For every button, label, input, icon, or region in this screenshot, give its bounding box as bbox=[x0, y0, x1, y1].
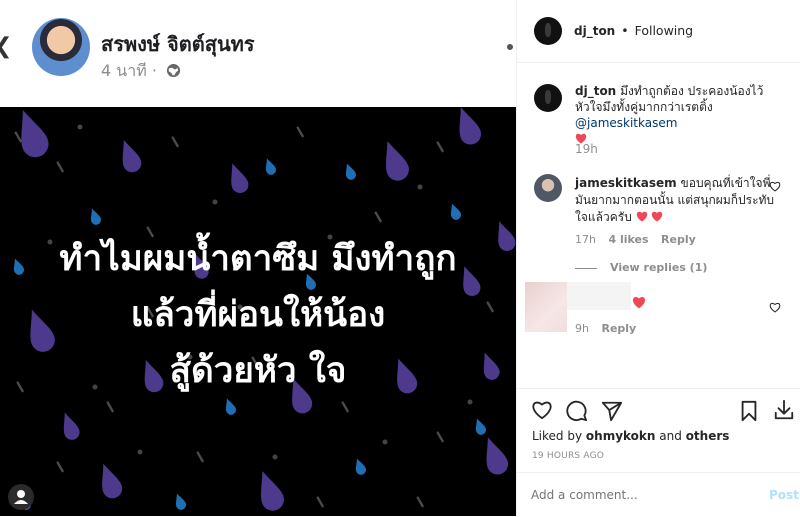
follow-status[interactable]: Following bbox=[635, 23, 694, 38]
header-username[interactable]: dj_ton bbox=[574, 24, 615, 38]
author-avatar[interactable] bbox=[534, 17, 562, 45]
comment-body: jameskitkasem ขอบคุณที่เข้าใจพี่ มันยากม… bbox=[575, 175, 775, 226]
download-icon[interactable] bbox=[773, 399, 795, 421]
liked-by-others[interactable]: others bbox=[686, 429, 730, 443]
comment-meta: 9h Reply bbox=[575, 322, 636, 335]
back-arrow-icon: ❮ bbox=[0, 34, 12, 59]
tagged-user-button[interactable] bbox=[8, 484, 34, 510]
more-options-icon bbox=[507, 44, 513, 50]
post-timestamp[interactable]: 19 HOURS AGO bbox=[532, 451, 604, 461]
comment-bar: Post bbox=[517, 472, 800, 517]
like-comment-heart-icon[interactable] bbox=[769, 302, 781, 313]
facebook-author-name: สรพงษ์ จิตต์สุนทร bbox=[101, 32, 255, 56]
comment-likes[interactable]: 4 likes bbox=[608, 233, 648, 246]
instagram-panel: dj_ton • Following dj_ton มึงทำถูกต้อง ป… bbox=[516, 0, 800, 516]
view-replies-link[interactable]: View replies (1) bbox=[610, 261, 707, 274]
facebook-avatar bbox=[32, 18, 90, 76]
liked-by-prefix: Liked by bbox=[532, 429, 583, 443]
quote-line: แล้วที่ผ่อนให้น้อง bbox=[130, 295, 386, 335]
caption: dj_ton มึงทำถูกต้อง ประคองน้องไว้ หัวใจม… bbox=[575, 83, 790, 147]
facebook-post-time: 4 นาที bbox=[101, 61, 147, 80]
share-icon[interactable] bbox=[601, 400, 623, 422]
user-icon bbox=[14, 490, 28, 504]
post-header: dj_ton • Following bbox=[517, 0, 800, 63]
caption-username[interactable]: dj_ton bbox=[575, 84, 616, 98]
blurred-avatar bbox=[525, 282, 567, 332]
red-heart-icon bbox=[636, 211, 647, 222]
quote-text: ทำไมผมน้ำตาซึม มึงทำถูก แล้วที่ผ่อนให้น้… bbox=[0, 231, 516, 399]
post-image: ❮ สรพงษ์ จิตต์สุนทร 4 นาที · bbox=[0, 0, 516, 516]
red-heart-icon bbox=[632, 296, 646, 309]
post-comment-button[interactable]: Post bbox=[769, 488, 799, 502]
liked-by-conj: and bbox=[659, 429, 682, 443]
caption-avatar[interactable] bbox=[534, 84, 562, 112]
globe-icon bbox=[166, 63, 181, 78]
action-bar bbox=[517, 388, 800, 429]
commenter-avatar[interactable] bbox=[534, 174, 562, 202]
bookmark-icon[interactable] bbox=[739, 400, 759, 422]
comment-input[interactable] bbox=[529, 484, 753, 506]
liked-by-user[interactable]: ohmykokn bbox=[586, 429, 656, 443]
like-heart-icon[interactable] bbox=[531, 400, 553, 420]
header-user-line: dj_ton • Following bbox=[574, 23, 693, 38]
facebook-post-meta: 4 นาที · bbox=[101, 59, 181, 84]
quote-line: ทำไมผมน้ำตาซึม มึงทำถูก bbox=[59, 239, 457, 279]
caption-age[interactable]: 19h bbox=[575, 142, 598, 156]
reply-button[interactable]: Reply bbox=[601, 322, 636, 335]
comment-username[interactable]: jameskitkasem bbox=[575, 176, 677, 190]
like-comment-heart-icon[interactable] bbox=[769, 181, 781, 192]
comment-meta: 17h 4 likes Reply bbox=[575, 233, 696, 246]
facebook-post-header: ❮ สรพงษ์ จิตต์สุนทร 4 นาที · bbox=[0, 0, 516, 107]
header-separator: • bbox=[621, 23, 629, 38]
replies-divider bbox=[575, 268, 597, 269]
reply-button[interactable]: Reply bbox=[661, 233, 696, 246]
facebook-meta-separator: · bbox=[151, 61, 157, 80]
red-heart-icon bbox=[652, 211, 663, 222]
comment-age[interactable]: 17h bbox=[575, 233, 596, 246]
quote-line: สู้ด้วยหัว ใจ bbox=[169, 351, 347, 391]
liked-by: Liked by ohmykokn and others bbox=[532, 429, 729, 443]
caption-mention[interactable]: @jameskitkasem bbox=[575, 116, 677, 130]
comment-icon[interactable] bbox=[566, 400, 588, 422]
blurred-comment-text bbox=[567, 282, 631, 310]
comment-age[interactable]: 9h bbox=[575, 322, 589, 335]
